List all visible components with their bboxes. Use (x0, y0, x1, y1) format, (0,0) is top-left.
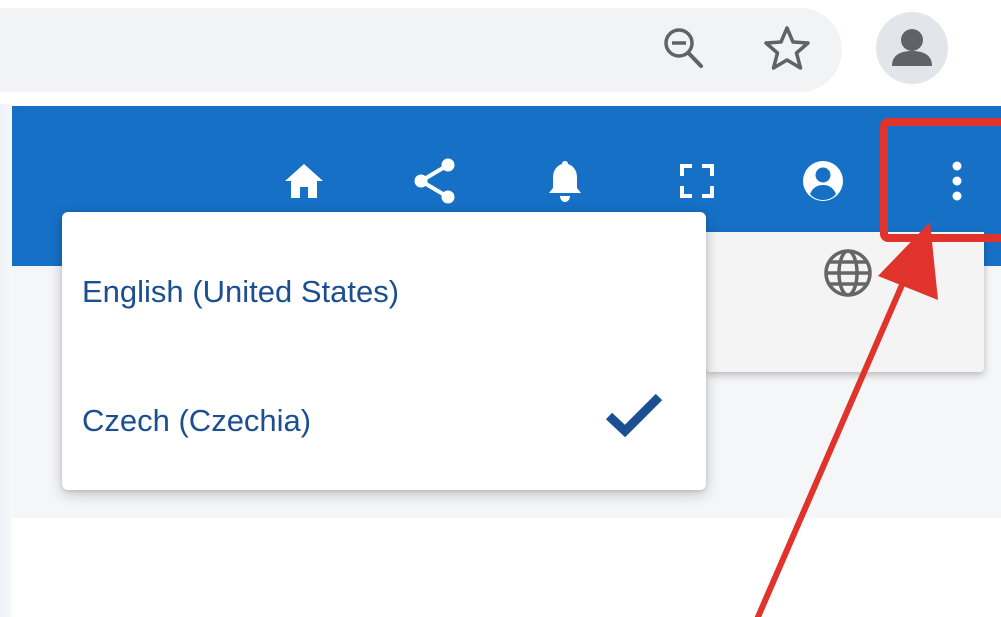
bell-icon[interactable] (542, 158, 588, 204)
annotation-highlight-box (880, 118, 1001, 242)
share-icon[interactable] (411, 158, 457, 204)
globe-icon (824, 249, 872, 297)
language-option-english[interactable]: English (United States) (62, 232, 706, 352)
language-option-label: English (United States) (82, 274, 400, 309)
person-icon (892, 29, 932, 66)
checkmark-icon (605, 393, 663, 438)
language-menu-item[interactable] (706, 232, 984, 350)
account-icon[interactable] (800, 158, 846, 204)
overflow-menu (706, 232, 984, 372)
browser-chrome (0, 0, 1001, 104)
zoom-out-icon[interactable] (661, 24, 705, 72)
language-option-label: Czech (Czechia) (82, 403, 312, 438)
profile-avatar[interactable] (876, 12, 948, 84)
address-bar[interactable] (0, 8, 842, 92)
fullscreen-icon[interactable] (674, 158, 720, 204)
star-icon[interactable] (762, 24, 812, 72)
screenshot: English (United States) Czech (Czechia) (0, 0, 1001, 617)
home-icon[interactable] (281, 158, 327, 204)
language-dropdown: English (United States) Czech (Czechia) (62, 212, 706, 490)
language-option-czech[interactable]: Czech (Czechia) (62, 362, 706, 482)
